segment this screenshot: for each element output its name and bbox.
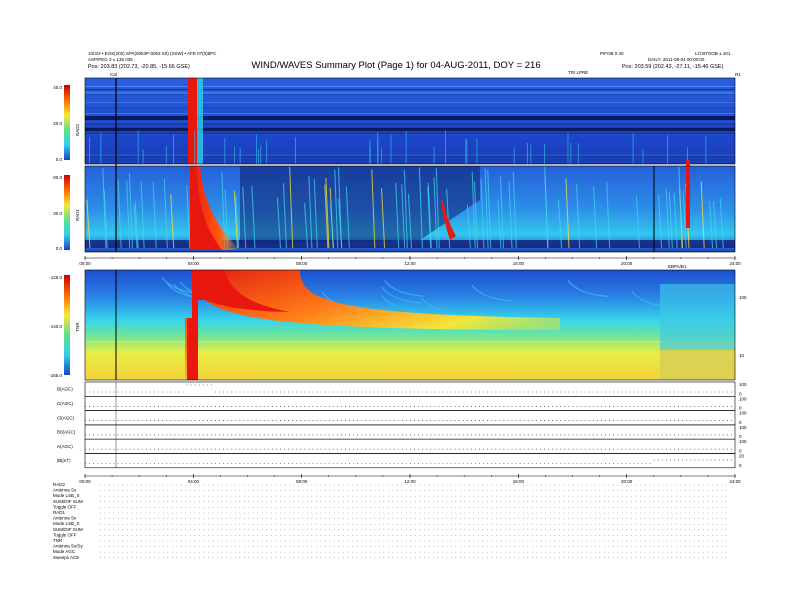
tnr-tick-mid: -140.0 [49,324,62,329]
aux-panel-label: B(AGC) [57,387,73,392]
page-title: WIND/WAVES Summary Plot (Page 1) for 04-… [251,60,540,71]
footer-dots [100,484,727,559]
rad1-tick-bottom: 0.0 [56,246,63,251]
aux-panel-right-bottom: 0 [739,463,742,468]
aux-panel-label: Cl(AGC) [57,415,74,420]
rad1-label: RAD1 [75,209,80,222]
rad2-panel: 40.0 20.0 0.0 RAD2 [53,77,736,165]
aux-panel-right-top: 100 [739,411,747,416]
footer-dot-grid [100,484,727,559]
aux-panel-right-top: 100 [739,396,747,401]
footer-line: Sweeps ACE [53,555,79,560]
time-axis-top: 00:00 04:00 08:00 12:00 16:00 20:00 24:00 [79,256,741,266]
time-bottom-label: 08:00 [296,479,308,484]
aux-panel-frame [84,424,736,440]
time-top-label: 04:00 [188,261,200,266]
header-left-line1: 10/3/3 • EOS(200) SPA(0053P-0053 S0) (SS… [88,51,217,56]
time-bottom-label: 12:00 [404,479,416,484]
footer-line: Antenna Sx [53,516,77,521]
time-bottom-label: 04:00 [188,479,200,484]
footer-line: RAD2 [53,482,66,487]
footer-line: Antenna Sx [53,488,77,493]
aux-panel-trace [85,459,732,464]
footer-line: RAD1 [53,510,66,515]
footer-line: Toggle OFF [53,532,77,537]
aux-panel-right-top: 20 [739,454,745,459]
time-top-label: 08:00 [296,261,308,266]
aux-panel-frame [84,438,736,454]
tnr-right-tick-10: 10 [739,353,745,358]
rad1-tick-top: 80.0 [53,175,62,180]
time-bottom-label: 20:00 [621,479,633,484]
aux-panel-frame [84,395,736,411]
footer-line: Mode LSB_S [53,521,80,526]
r-label: R1 [735,72,741,77]
footer-line: Mode LSB_S [53,493,80,498]
rad2-dark-band [85,116,735,120]
time-axis-bottom: 00:00 04:00 08:00 12:00 16:00 20:00 24:00 [79,474,741,484]
time-top-label: 24:00 [729,261,741,266]
rad1-panel: 80.0 30.0 0.0 RAD1 [53,160,736,253]
rad1-dark-floor [85,240,735,248]
aux-panel-label: C(AGC) [57,401,73,406]
aux-panel-label: |B|(nT) [57,458,71,463]
time-top-label: 12:00 [404,261,416,266]
rad2-tick-mid: 20.0 [53,121,62,126]
aux-panel-frame [84,453,736,469]
aux-panel-right-top: 100 [739,425,747,430]
tnr-label: TNR [75,322,80,332]
footer-line: SUM/DIF SUM [53,499,83,504]
time-marker-label: EBPA/B1 [668,264,687,269]
rad2-spectrogram [85,78,735,164]
aux-panel-label: A(AGC) [57,444,73,449]
rad2-burst-edge [197,78,203,164]
summary-plot: 10/3/3 • EOS(200) SPA(0053P-0053 S0) (SS… [49,51,747,560]
rad2-colorbar [64,85,70,160]
aux-panel-frame [84,381,736,397]
header-left-line3: Pos: 203.83 (202.73, -20.85, -15.66 GSE) [88,64,190,70]
rad1-colorbar [64,175,70,250]
header-right-line2: LO:BTOOB ± 101 [695,51,731,56]
footer-line: SUM/DIF SUM [53,527,83,532]
tnr-right-tick-100: 100 [739,295,747,300]
header-left-line2: ASP/PEG 3 ± 135 035 [88,57,133,62]
time-bottom-label: 16:00 [513,479,525,484]
rad1-burst-3 [686,160,690,228]
rad2-label: RAD2 [75,124,80,137]
tnr-colorbar [64,275,70,375]
tnr-tick-bottom: -155.0 [49,373,62,378]
footer-settings: RAD2Antenna SxMode LSB_SSUM/DIF SUMToggl… [53,482,84,560]
footer-line: Mode AGC [53,549,76,554]
aux-panel-frame [84,410,736,426]
aux-panels: B(AGC)1000C(AGC)1000Cl(AGC)1000B0(AGC)10… [57,381,747,469]
rad2-tick-bottom: 0.0 [56,157,63,162]
time-bottom-label: 00:00 [79,479,91,484]
tnr-panel: -125.0 -140.0 -155.0 TNR 100 10 EBPA/B1 [49,264,747,381]
footer-line: Antenna Sx/Sy [53,544,84,549]
aux-panel-right-top: 100 [739,439,747,444]
time-top-label: 00:00 [79,261,91,266]
aux-panel-right-top: 100 [739,382,747,387]
aux-panel-trace [85,384,732,393]
aux-panel-label: B0(AGC) [57,430,76,435]
footer-line: Toggle OFF [53,504,77,509]
rad2-dark-band-2 [85,128,735,131]
header-right-line1: P/FOB 0.40 [600,51,624,56]
rad2-tick-top: 40.0 [53,85,62,90]
time-top-label: 20:00 [621,261,633,266]
header-right-line3: DAILY: 2011-08-04 00:00:00 [648,57,705,62]
rad1-tick-mid: 30.0 [53,211,62,216]
tnr-right-block-low [660,350,735,380]
header-right-line4: Pos: 203.59 (202.43, -27.11, -15.46 GSE) [622,64,724,70]
cal-label: Cal [110,72,117,77]
time-top-label: 16:00 [513,261,525,266]
footer-line: TNR [53,538,63,543]
rad2-burst [188,78,197,164]
tri-label: TRI LPRE [568,70,588,75]
time-bottom-label: 24:00 [729,479,741,484]
tnr-tick-top: -125.0 [49,275,62,280]
